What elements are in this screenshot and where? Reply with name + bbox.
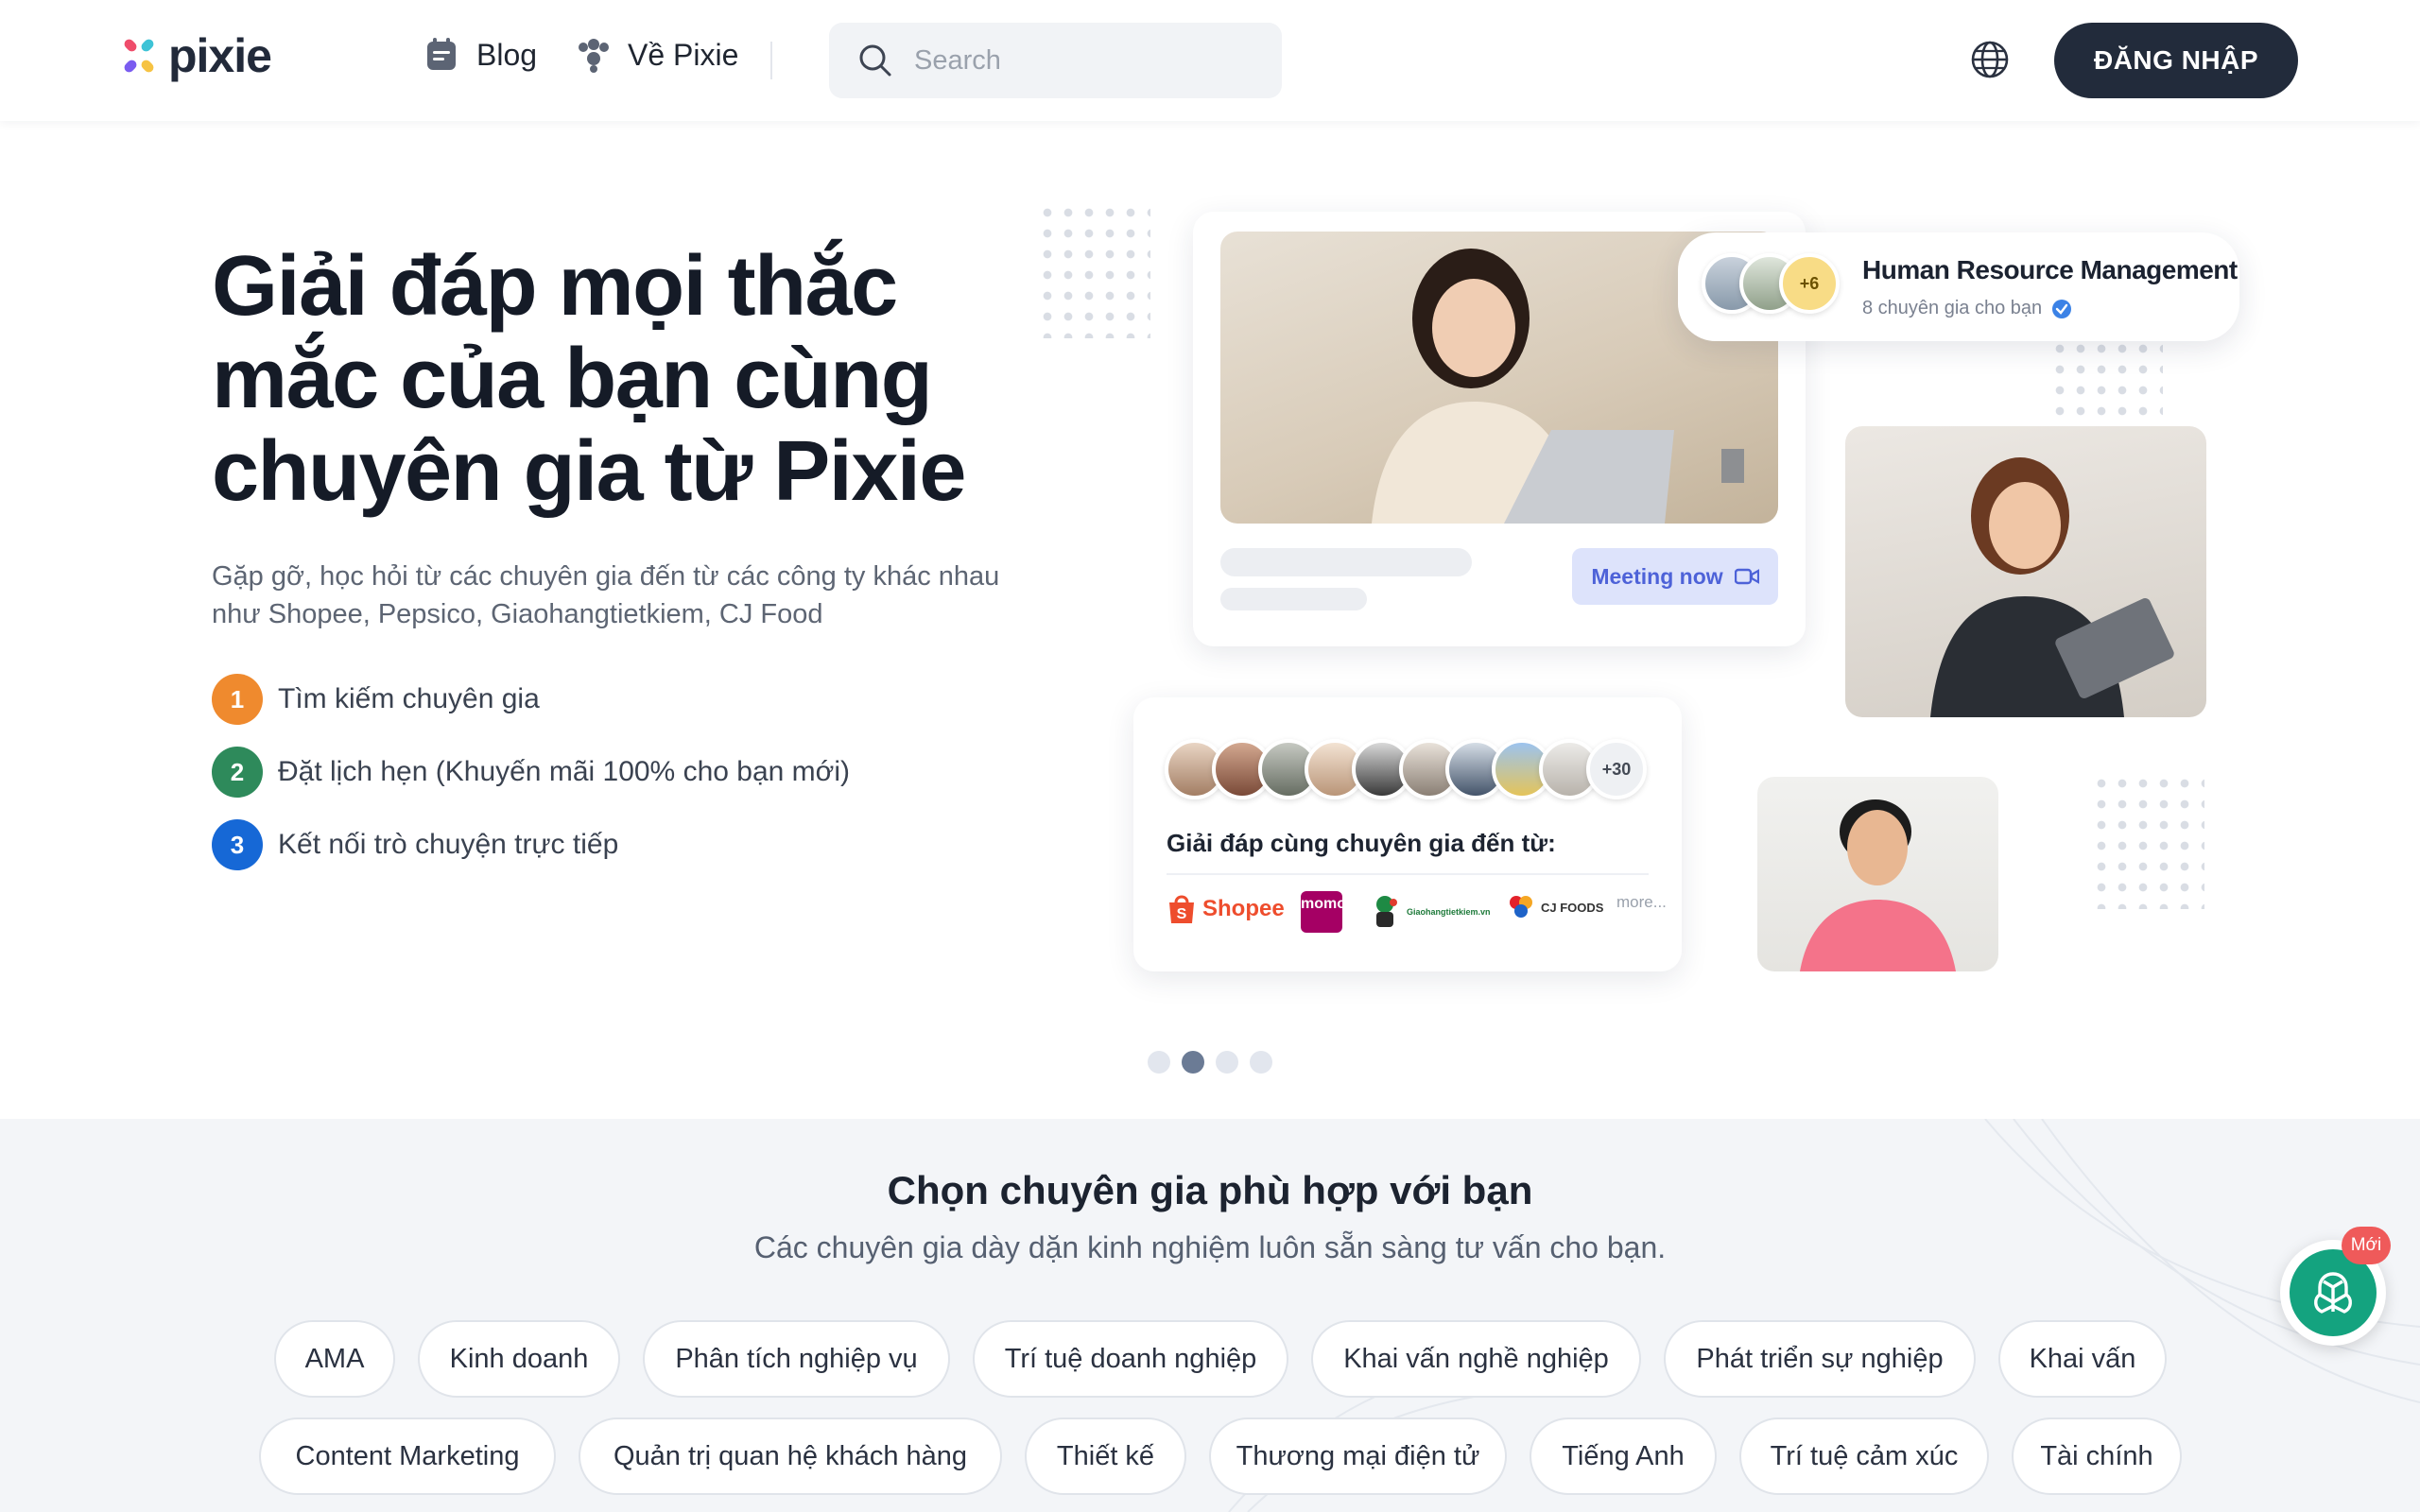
step-text: Kết nối trò chuyện trực tiếp: [278, 829, 619, 860]
nav-blog-label: Blog: [476, 37, 538, 72]
brand-cj-label: CJ FOODS: [1541, 900, 1604, 915]
more-experts-count: +30: [1586, 739, 1647, 799]
decorative-dots: [2091, 773, 2204, 909]
brand-shopee: S Shopee: [1167, 893, 1285, 925]
step-number: 2: [212, 747, 263, 798]
category-chip[interactable]: Trí tuệ doanh nghiệp: [973, 1320, 1288, 1398]
category-chip[interactable]: Phát triển sự nghiệp: [1664, 1320, 1976, 1398]
brand-momo: momo: [1301, 891, 1346, 933]
step-item: 1 Tìm kiếm chuyên gia: [212, 674, 540, 725]
meeting-now-label: Meeting now: [1591, 563, 1723, 589]
category-chip[interactable]: Thương mại điện tử: [1209, 1418, 1507, 1495]
category-chip[interactable]: Content Marketing: [259, 1418, 556, 1495]
language-globe-icon[interactable]: [1970, 40, 2010, 79]
brands-more[interactable]: more...: [1616, 893, 1667, 912]
search-icon: [859, 44, 891, 77]
top-navbar: pixie Blog Về Pixie Search ĐĂNG NHẬP: [0, 0, 2420, 121]
step-text: Đặt lịch hẹn (Khuyến mãi 100% cho bạn mớ…: [278, 756, 850, 787]
placeholder-bar: [1220, 588, 1367, 610]
shopee-bag-icon: S: [1169, 895, 1194, 923]
pixie-logo[interactable]: pixie: [121, 29, 272, 82]
brand-momo-label: momo: [1301, 896, 1346, 912]
brand-shopee-label: Shopee: [1202, 896, 1285, 921]
blog-note-icon: [427, 38, 456, 70]
carousel-dot[interactable]: [1148, 1051, 1170, 1074]
svg-text:S: S: [1177, 906, 1187, 922]
step-item: 3 Kết nối trò chuyện trực tiếp: [212, 819, 618, 870]
cj-logo-icon: [1510, 896, 1532, 918]
carousel-dot[interactable]: [1216, 1051, 1238, 1074]
new-badge: Mới: [2342, 1227, 2391, 1264]
section-title: Chọn chuyên gia phù hợp với bạn: [887, 1168, 1533, 1212]
step-text: Tìm kiếm chuyên gia: [278, 683, 540, 714]
more-experts-count: +6: [1779, 253, 1840, 314]
hero-subtitle: Gặp gỡ, học hỏi từ các chuyên gia đến từ…: [212, 561, 1000, 629]
category-chip[interactable]: Trí tuệ cảm xúc: [1739, 1418, 1989, 1495]
meeting-now-button[interactable]: Meeting now: [1572, 548, 1778, 605]
divider: [1167, 873, 1649, 875]
decorative-dots: [2049, 338, 2163, 429]
category-chip[interactable]: AMA: [274, 1320, 395, 1398]
hero-title: Giải đáp mọi thắc mắc của bạn cùng chuyê…: [212, 239, 966, 519]
person-illustration: [1800, 799, 1956, 971]
section-subtitle: Các chuyên gia dày dặn kinh nghiệm luôn …: [753, 1230, 1667, 1264]
category-chip[interactable]: Phân tích nghiệp vụ: [643, 1320, 950, 1398]
nav-blog[interactable]: Blog: [424, 36, 537, 74]
placeholder-bar: [1220, 548, 1472, 576]
video-camera-icon: [1734, 568, 1759, 585]
nav-divider: [770, 42, 772, 79]
logo-text: pixie: [168, 29, 272, 82]
person-illustration: [1930, 457, 2174, 717]
category-chip[interactable]: Quản trị quan hệ khách hàng: [579, 1418, 1002, 1495]
carousel-dot[interactable]: [1250, 1051, 1272, 1074]
step-item: 2 Đặt lịch hẹn (Khuyến mãi 100% cho bạn …: [212, 747, 850, 798]
nav-about-label: Về Pixie: [628, 37, 739, 72]
people-group-icon: [579, 39, 609, 73]
decorative-dots: [1037, 202, 1150, 338]
expert-photo: [1845, 426, 2206, 717]
category-chip[interactable]: Khai vấn: [1998, 1320, 2167, 1398]
login-button[interactable]: ĐĂNG NHẬP: [2054, 23, 2298, 98]
hr-card-subtitle-text: 8 chuyên gia cho bạn: [1862, 298, 2043, 318]
step-number: 3: [212, 819, 263, 870]
categories-section: Chọn chuyên gia phù hợp với bạn Các chuy…: [0, 1119, 2420, 1512]
openai-chat-icon: [2314, 1272, 2352, 1314]
nav-about[interactable]: Về Pixie: [575, 36, 738, 74]
category-chip[interactable]: Tài chính: [2012, 1418, 2182, 1495]
brand-ghtk-label: Giaohangtietkiem.vn: [1407, 907, 1491, 917]
hr-card-title: Human Resource Management: [1862, 255, 2238, 284]
category-chip[interactable]: Khai vấn nghề nghiệp: [1311, 1320, 1641, 1398]
giaohangtietkiem-mascot-icon: [1376, 896, 1397, 927]
verified-badge-icon: [2052, 299, 2072, 318]
search-bar[interactable]: [829, 23, 1282, 98]
carousel-dot-active[interactable]: [1182, 1051, 1204, 1074]
hr-card-subtitle: 8 chuyên gia cho bạn: [1862, 298, 2072, 319]
experts-card-heading: Giải đáp cùng chuyên gia đến từ:: [1167, 829, 1556, 857]
brand-giaohangtietkiem: Giaohangtietkiem.vn: [1369, 893, 1491, 931]
brand-cj-foods: CJ FOODS: [1507, 893, 1603, 921]
category-chip[interactable]: Thiết kế: [1025, 1418, 1186, 1495]
category-chip[interactable]: Kinh doanh: [418, 1320, 620, 1398]
step-number: 1: [212, 674, 263, 725]
category-chip[interactable]: Tiếng Anh: [1530, 1418, 1717, 1495]
expert-photo: [1757, 777, 1998, 971]
momo-logo-icon: momo: [1301, 891, 1346, 933]
search-input[interactable]: [914, 44, 1254, 77]
pixie-logo-icon: [124, 39, 154, 73]
